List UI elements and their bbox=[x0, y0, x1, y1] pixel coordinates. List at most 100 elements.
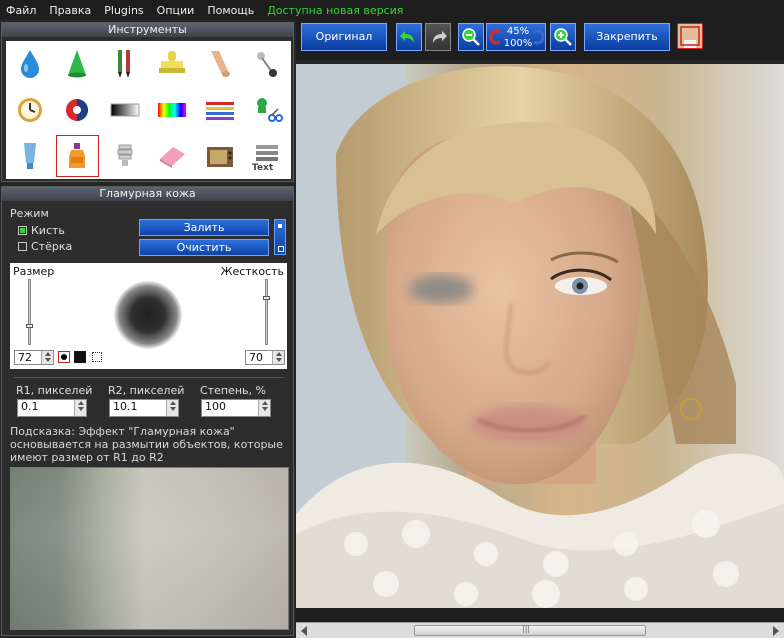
color-wheel-icon bbox=[66, 99, 89, 121]
undo-icon bbox=[400, 31, 414, 43]
zoom-out-icon bbox=[462, 28, 480, 46]
size-spinner[interactable]: 72 bbox=[14, 350, 54, 365]
redo-icon bbox=[433, 31, 447, 43]
tool-smudge[interactable] bbox=[196, 41, 244, 87]
scroll-left-arrow[interactable] bbox=[301, 626, 307, 636]
degree-spinner-arrows[interactable] bbox=[258, 400, 270, 416]
hard-brush-button[interactable] bbox=[74, 351, 86, 363]
eraser-icon bbox=[160, 147, 186, 168]
tool-glamour-skin[interactable] bbox=[54, 133, 102, 179]
hint-text: Подсказка: Эффект "Гламурная кожа" основ… bbox=[10, 425, 283, 464]
eraser-mode-checkbox[interactable] bbox=[18, 242, 27, 251]
menu-file[interactable]: Файл bbox=[6, 4, 36, 17]
bulb-icon bbox=[117, 144, 133, 166]
tv-icon bbox=[206, 147, 233, 167]
brush-icon bbox=[117, 50, 130, 78]
size-slider[interactable] bbox=[26, 279, 33, 345]
tube-icon bbox=[23, 143, 36, 169]
menu-help[interactable]: Помощь bbox=[207, 4, 254, 17]
tool-drop[interactable] bbox=[6, 41, 54, 87]
hardness-spinner-arrows[interactable] bbox=[272, 351, 284, 364]
r2-input[interactable]: 10.1 bbox=[109, 399, 179, 417]
r2-spinner-arrows[interactable] bbox=[166, 400, 178, 416]
tool-pin[interactable] bbox=[244, 41, 292, 87]
scissors-icon bbox=[257, 98, 284, 122]
app-window: Файл Правка Plugins Опции Помощь Доступн… bbox=[0, 0, 784, 638]
top-toolbar: Оригинал 45% 100% Закрепить bbox=[296, 20, 784, 60]
tool-stamp[interactable] bbox=[149, 41, 197, 87]
redo-button[interactable] bbox=[425, 23, 451, 51]
degree-input[interactable]: 100 bbox=[201, 399, 271, 417]
zoom-out-button[interactable] bbox=[458, 23, 484, 51]
gradient-icon bbox=[110, 103, 140, 117]
fill-button[interactable]: Залить bbox=[139, 219, 269, 236]
horizontal-scrollbar[interactable] bbox=[296, 622, 784, 638]
menu-bar: Файл Правка Plugins Опции Помощь Доступн… bbox=[0, 0, 784, 20]
r1-input[interactable]: 0.1 bbox=[17, 399, 87, 417]
portrait-thumbnail-icon bbox=[678, 24, 702, 48]
tool-tube[interactable] bbox=[6, 133, 54, 179]
menu-plugins[interactable]: Plugins bbox=[104, 4, 143, 17]
update-available-link[interactable]: Доступна новая версия bbox=[267, 4, 403, 17]
zoom-increase-icon bbox=[533, 29, 544, 45]
zoom-decrease-icon bbox=[489, 29, 501, 45]
text-icon: Text bbox=[252, 145, 279, 173]
zoom-current: 45% bbox=[506, 26, 530, 37]
panel-toggle-button[interactable] bbox=[274, 219, 286, 255]
tool-spectrum[interactable] bbox=[149, 87, 197, 133]
tool-bulb[interactable] bbox=[101, 133, 149, 179]
hardness-slider[interactable] bbox=[263, 279, 270, 345]
mode-label: Режим bbox=[10, 207, 49, 220]
menu-edit[interactable]: Правка bbox=[49, 4, 91, 17]
soft-brush-button[interactable] bbox=[58, 351, 70, 363]
undo-button[interactable] bbox=[396, 23, 422, 51]
hardness-value: 70 bbox=[249, 351, 263, 364]
scroll-right-arrow[interactable] bbox=[773, 626, 779, 636]
image-canvas[interactable] bbox=[296, 64, 784, 608]
tool-text[interactable]: Text bbox=[244, 133, 292, 179]
size-slider-thumb[interactable] bbox=[26, 324, 33, 328]
tools-panel-title: Инструменты bbox=[2, 23, 293, 37]
selection-brush-button[interactable] bbox=[92, 352, 102, 362]
hardness-slider-thumb[interactable] bbox=[263, 296, 270, 300]
tool-sharpen[interactable] bbox=[54, 41, 102, 87]
r2-label: R2, пикселей bbox=[108, 384, 185, 397]
divider bbox=[14, 377, 284, 378]
size-value: 72 bbox=[18, 351, 32, 364]
canvas-bottom-bar bbox=[296, 608, 784, 622]
zoom-in-icon bbox=[554, 28, 572, 46]
glamour-skin-panel: Гламурная кожа Режим Кисть Стёрка Залить… bbox=[1, 186, 294, 636]
scrollbar-thumb[interactable] bbox=[414, 624, 646, 636]
r1-value: 0.1 bbox=[21, 400, 39, 413]
tool-brush[interactable] bbox=[101, 41, 149, 87]
finger-icon bbox=[210, 51, 230, 77]
menu-options[interactable]: Опции bbox=[157, 4, 195, 17]
r1-label: R1, пикселей bbox=[16, 384, 93, 397]
size-label: Размер bbox=[13, 265, 55, 278]
tool-color-balance[interactable] bbox=[54, 87, 102, 133]
r1-spinner-arrows[interactable] bbox=[74, 400, 86, 416]
effect-preview bbox=[10, 467, 289, 630]
hardness-label: Жесткость bbox=[220, 265, 284, 278]
tool-eraser[interactable] bbox=[149, 133, 197, 179]
lines-icon bbox=[205, 102, 234, 120]
brush-mode-checkbox[interactable] bbox=[18, 226, 27, 235]
navigator-thumbnail[interactable] bbox=[677, 23, 703, 49]
portrait-photo bbox=[296, 64, 784, 608]
size-spinner-arrows[interactable] bbox=[41, 351, 53, 364]
zoom-in-button[interactable] bbox=[550, 23, 576, 51]
tool-cut[interactable] bbox=[244, 87, 292, 133]
tool-lines[interactable] bbox=[196, 87, 244, 133]
tool-tv[interactable] bbox=[196, 133, 244, 179]
pin-button[interactable]: Закрепить bbox=[584, 23, 670, 51]
brush-preview bbox=[114, 281, 182, 349]
hardness-spinner[interactable]: 70 bbox=[245, 350, 285, 365]
clear-button[interactable]: Очистить bbox=[139, 239, 269, 256]
tool-gradient[interactable] bbox=[101, 87, 149, 133]
tool-clock[interactable] bbox=[6, 87, 54, 133]
zoom-indicator[interactable]: 45% 100% bbox=[486, 23, 546, 51]
original-button[interactable]: Оригинал bbox=[301, 23, 387, 51]
tools-panel: Инструменты Text bbox=[1, 22, 294, 182]
degree-value: 100 bbox=[205, 400, 226, 413]
brush-settings: Размер Жесткость 72 70 bbox=[10, 263, 287, 369]
